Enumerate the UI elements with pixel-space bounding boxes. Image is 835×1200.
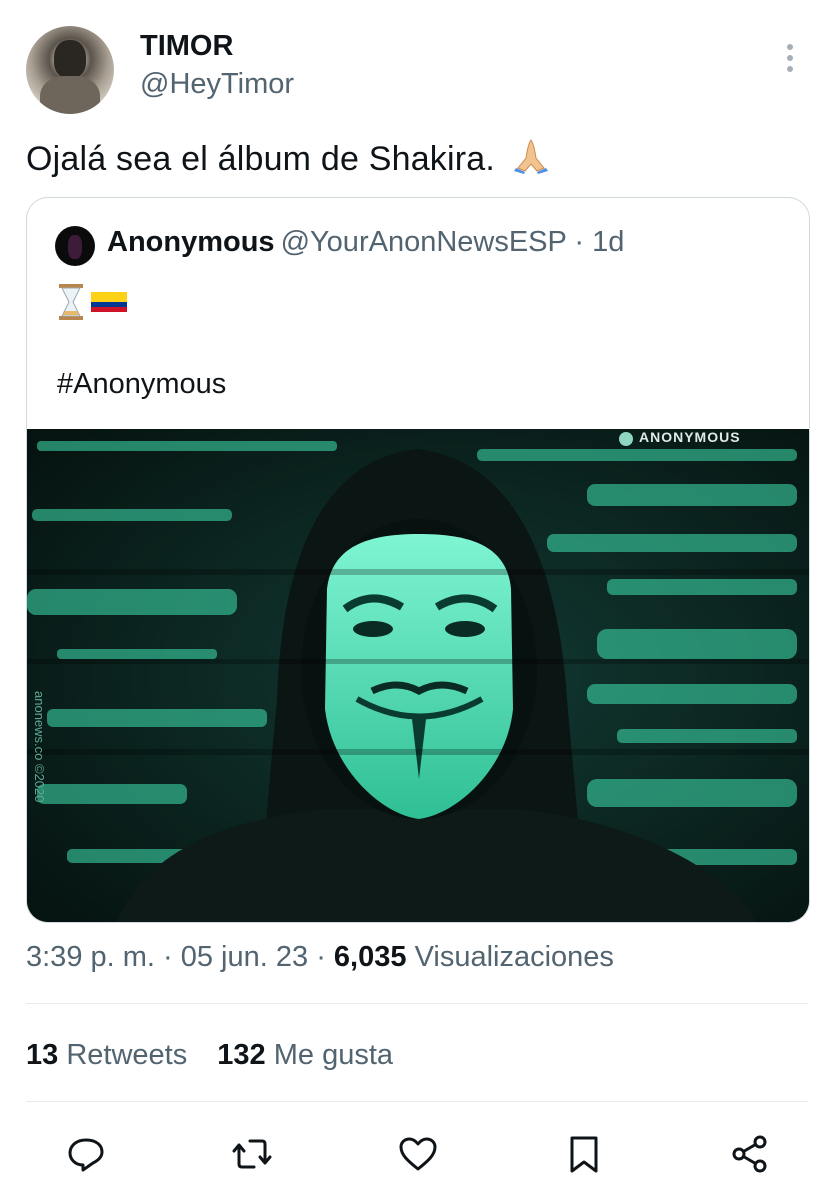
likes-stat[interactable]: 132 Me gusta xyxy=(217,1039,393,1071)
bookmark-icon[interactable] xyxy=(562,1132,606,1176)
quoted-hashtag[interactable]: #Anonymous xyxy=(57,368,226,401)
tweet-meta: 3:39 p. m. · 05 jun. 23 · 6,035 Visualiz… xyxy=(26,941,614,974)
author-avatar[interactable] xyxy=(26,26,114,114)
quoted-header: Anonymous @YourAnonNewsESP · 1d xyxy=(107,226,624,259)
retweet-icon[interactable] xyxy=(230,1132,274,1176)
hourglass-icon xyxy=(59,284,83,320)
colombia-flag-icon xyxy=(91,292,127,312)
quoted-handle[interactable]: @YourAnonNewsESP xyxy=(281,226,567,258)
tweet-text: Ojalá sea el álbum de Shakira. xyxy=(26,138,551,183)
tweet-text-content: Ojalá sea el álbum de Shakira. xyxy=(26,140,496,178)
views-label: Visualizaciones xyxy=(414,941,614,973)
retweets-stat[interactable]: 13 Retweets xyxy=(26,1039,187,1071)
more-options-icon[interactable] xyxy=(780,44,800,80)
tweet-stats: 13 Retweets 132 Me gusta xyxy=(26,1039,393,1072)
author-name[interactable]: TIMOR xyxy=(140,30,233,63)
tweet-time[interactable]: 3:39 p. m. xyxy=(26,941,155,973)
quoted-avatar[interactable] xyxy=(55,226,95,266)
retweets-label: Retweets xyxy=(66,1039,188,1071)
likes-count: 132 xyxy=(217,1039,266,1071)
folded-hands-emoji-icon xyxy=(511,138,551,183)
views-count: 6,035 xyxy=(333,941,407,973)
tweet-date[interactable]: · 05 jun. 23 · xyxy=(163,941,326,973)
divider xyxy=(26,1003,808,1004)
quoted-age: · 1d xyxy=(574,226,625,258)
image-side-text: anonews.co ©2020 xyxy=(32,691,47,803)
share-icon[interactable] xyxy=(728,1132,772,1176)
likes-label: Me gusta xyxy=(273,1039,394,1071)
watermark-logo-icon xyxy=(619,432,633,446)
reply-icon[interactable] xyxy=(64,1132,108,1176)
anonymous-mask-image xyxy=(27,429,809,922)
retweets-count: 13 xyxy=(26,1039,59,1071)
quoted-tweet-card[interactable]: Anonymous @YourAnonNewsESP · 1d #Anonymou… xyxy=(26,197,810,923)
like-icon[interactable] xyxy=(396,1132,440,1176)
image-watermark: ANONYMOUS xyxy=(639,429,741,445)
quoted-emojis xyxy=(57,282,133,320)
author-handle[interactable]: @HeyTimor xyxy=(140,68,294,101)
quoted-name[interactable]: Anonymous xyxy=(107,226,275,258)
quoted-image[interactable]: ANONYMOUS anonews.co ©2020 xyxy=(27,429,809,922)
divider xyxy=(26,1101,808,1102)
